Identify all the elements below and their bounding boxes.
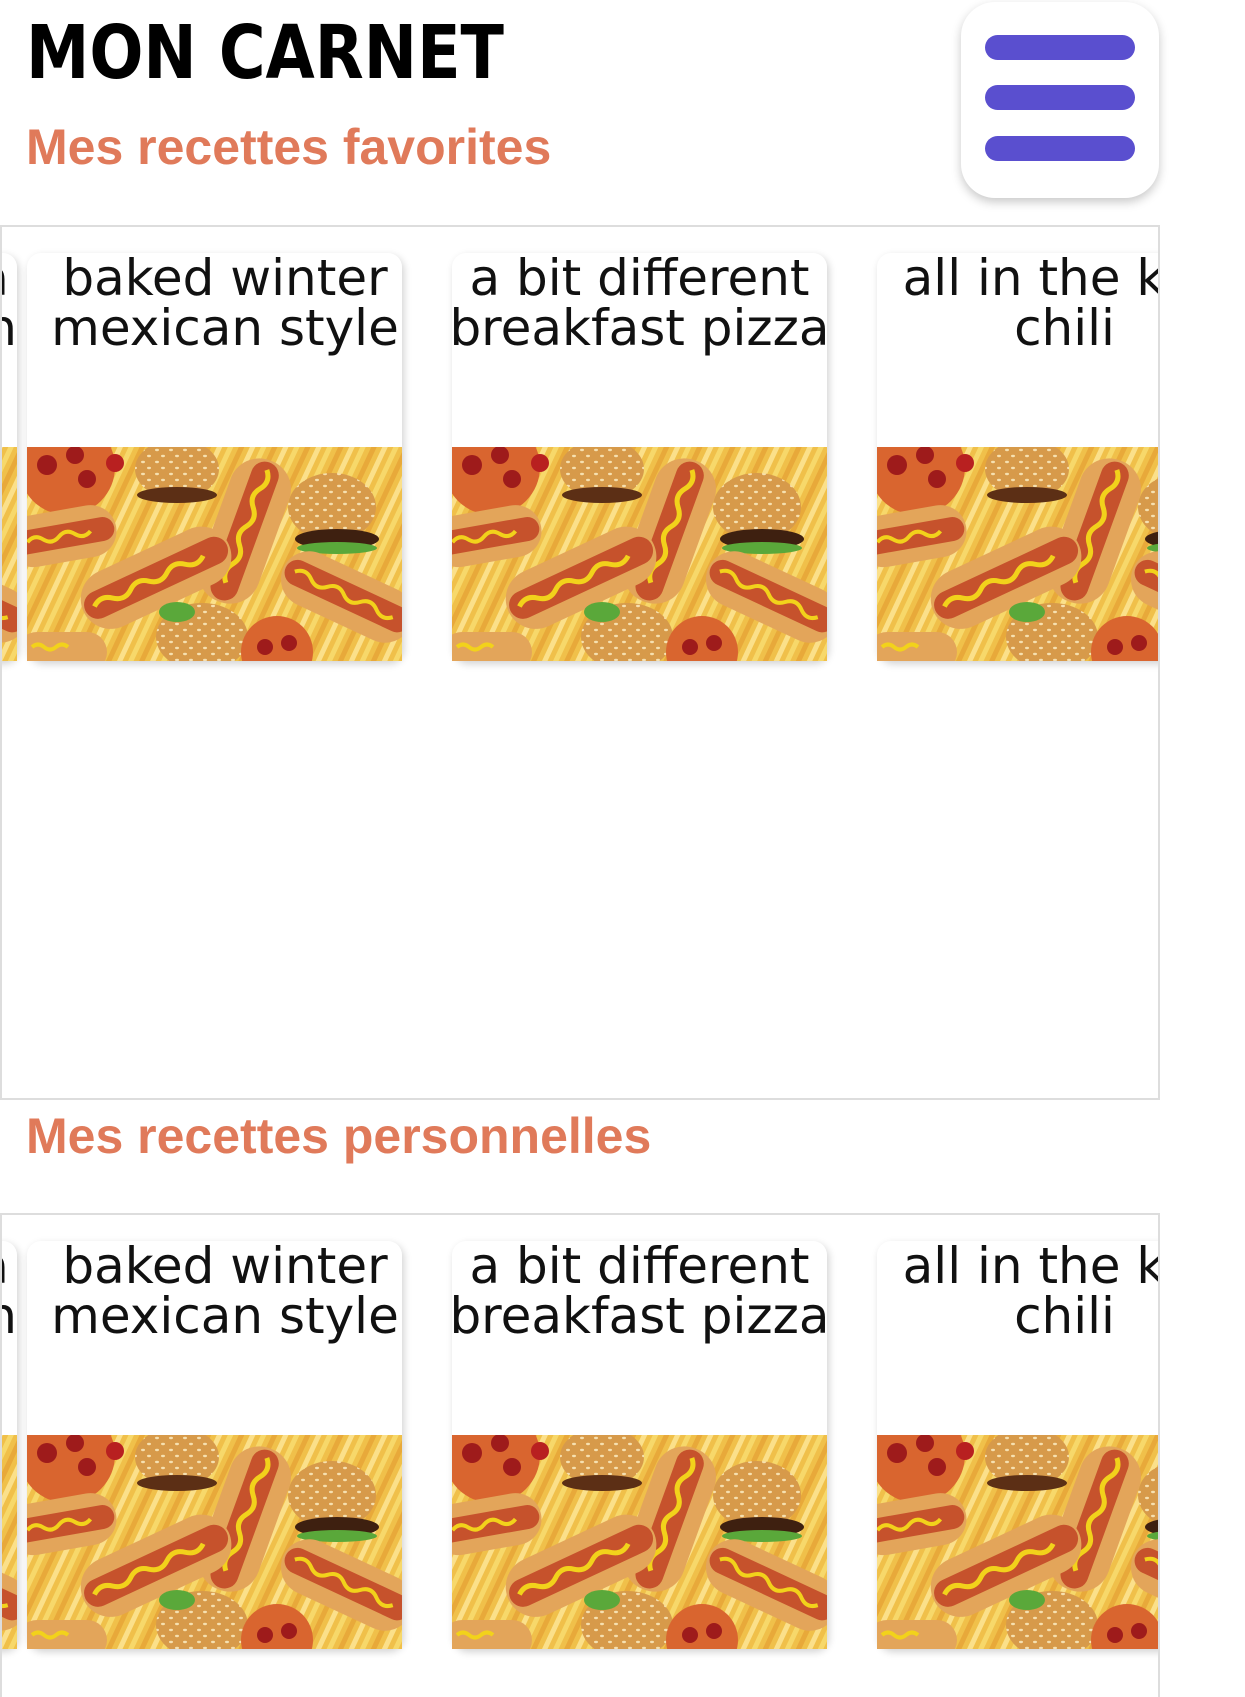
hamburger-menu-icon-bar	[985, 136, 1135, 161]
fast-food-image	[452, 447, 827, 661]
recipe-card-title-line: baked winter	[62, 1237, 388, 1295]
menu-button[interactable]	[961, 2, 1159, 198]
recipe-card-title-line: breakfast pizza	[449, 299, 830, 357]
fast-food-image	[27, 447, 402, 661]
personal-carousel[interactable]: rriba quash baked winter mexican style a…	[0, 1213, 1160, 1697]
recipe-card[interactable]: all in the kitc chili	[877, 1241, 1160, 1649]
recipe-card-title-line: baked winter	[62, 249, 388, 307]
recipe-card[interactable]: baked winter mexican style	[27, 1241, 402, 1649]
recipe-card[interactable]: all in the kitc chili	[877, 253, 1160, 661]
personal-section-title: Mes recettes personnelles	[26, 1108, 652, 1164]
favorites-section-title: Mes recettes favorites	[26, 119, 552, 175]
hamburger-menu-icon-bar	[985, 85, 1135, 110]
recipe-card-title-line: mexican style	[51, 299, 399, 357]
recipe-card[interactable]: baked winter mexican style	[27, 253, 402, 661]
recipe-card-title: baked winter mexican style	[5, 253, 445, 447]
favorites-carousel[interactable]: rriba quash baked winter mexican style a…	[0, 225, 1160, 1100]
fast-food-image	[877, 1435, 1160, 1649]
recipe-card-title-line: chili	[1014, 1287, 1115, 1345]
recipe-card-title: all in the kitc chili	[857, 249, 1158, 447]
fast-food-image	[877, 447, 1160, 661]
recipe-card-title-line: mexican style	[51, 1287, 399, 1345]
hamburger-menu-icon	[985, 35, 1135, 60]
recipe-card-title-line: a bit different	[469, 249, 810, 307]
recipe-card-title-line: breakfast pizza	[449, 1287, 830, 1345]
recipe-card-title: all in the kitc chili	[857, 1237, 1158, 1435]
recipe-card-title: a bit different breakfast pizza	[442, 253, 837, 447]
recipe-card-title-line: all in the kitc	[902, 1237, 1158, 1295]
recipe-card[interactable]: a bit different breakfast pizza	[449, 253, 830, 661]
recipe-card-title-line: a bit different	[469, 1237, 810, 1295]
recipe-card-title: a bit different breakfast pizza	[442, 1241, 837, 1435]
fast-food-image	[452, 1435, 827, 1649]
recipe-card-title-line: all in the kitc	[902, 249, 1158, 307]
fast-food-image	[0, 447, 17, 661]
fast-food-image	[0, 1435, 17, 1649]
app-title: MON CARNET	[26, 10, 504, 96]
recipe-card-title-line: chili	[1014, 299, 1115, 357]
fast-food-image	[27, 1435, 402, 1649]
recipe-card[interactable]: a bit different breakfast pizza	[449, 1241, 830, 1649]
recipe-card-title: baked winter mexican style	[5, 1241, 445, 1435]
